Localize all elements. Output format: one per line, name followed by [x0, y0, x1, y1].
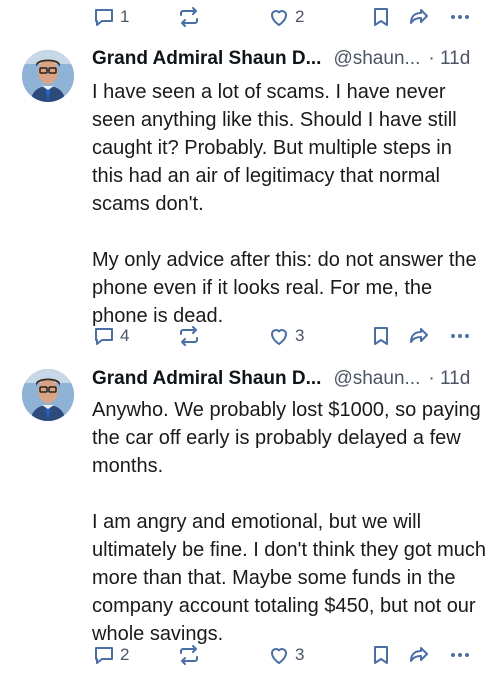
boost-button[interactable]	[177, 324, 201, 348]
favourite-count: 3	[295, 326, 305, 345]
reply-icon	[95, 328, 113, 345]
boost-icon	[180, 7, 198, 27]
favourite-count: 2	[295, 7, 305, 26]
share-icon	[410, 647, 428, 662]
more-icon	[451, 653, 469, 657]
display-name[interactable]: Grand Admiral Shaun D...	[92, 48, 321, 70]
reply-count: 4	[120, 326, 130, 345]
bookmark-icon	[374, 8, 388, 26]
avatar-image	[22, 369, 74, 421]
timestamp[interactable]: · 11d	[428, 48, 470, 70]
action-bar: 2 3	[92, 640, 482, 670]
display-name[interactable]: Grand Admiral Shaun D...	[92, 368, 321, 390]
boost-icon	[180, 326, 198, 346]
reply-button[interactable]: 4	[92, 324, 129, 348]
bookmark-icon	[374, 327, 388, 345]
action-bar: 4 3	[92, 321, 482, 351]
reply-icon	[95, 647, 113, 664]
boost-button[interactable]	[177, 5, 201, 29]
avatar[interactable]	[22, 50, 74, 102]
post-header: Grand Admiral Shaun D... @shaun... · 11d	[92, 48, 482, 74]
favourite-button[interactable]: 3	[267, 643, 304, 667]
action-bar-top: 1 2	[92, 2, 482, 32]
post-paragraph: My only advice after this: do not answer…	[92, 249, 477, 327]
reply-icon	[95, 9, 113, 26]
bookmark-icon	[374, 646, 388, 664]
boost-icon	[180, 645, 198, 665]
more-icon	[451, 334, 469, 338]
reply-count: 1	[120, 7, 130, 26]
more-button[interactable]	[448, 643, 472, 667]
share-button[interactable]	[407, 324, 431, 348]
heart-icon	[271, 10, 287, 26]
post-paragraph: I have seen a lot of scams. I have never…	[92, 81, 457, 215]
bookmark-button[interactable]	[369, 324, 393, 348]
share-button[interactable]	[407, 643, 431, 667]
share-icon	[410, 328, 428, 343]
more-icon	[451, 15, 469, 19]
post-header: Grand Admiral Shaun D... @shaun... · 11d	[92, 368, 482, 394]
avatar-image	[22, 50, 74, 102]
post-paragraph: Anywho. We probably lost $1000, so payin…	[92, 399, 481, 477]
share-button[interactable]	[407, 5, 431, 29]
handle[interactable]: @shaun...	[333, 48, 420, 70]
bookmark-button[interactable]	[369, 5, 393, 29]
share-icon	[410, 9, 428, 24]
boost-button[interactable]	[177, 643, 201, 667]
reply-count: 2	[120, 645, 130, 664]
favourite-button[interactable]: 2	[267, 5, 304, 29]
timestamp[interactable]: · 11d	[428, 368, 470, 390]
heart-icon	[271, 648, 287, 664]
avatar[interactable]	[22, 369, 74, 421]
more-button[interactable]	[448, 324, 472, 348]
more-button[interactable]	[448, 5, 472, 29]
bookmark-button[interactable]	[369, 643, 393, 667]
post-body: I have seen a lot of scams. I have never…	[92, 78, 488, 330]
heart-icon	[271, 329, 287, 345]
handle[interactable]: @shaun...	[333, 368, 420, 390]
reply-button[interactable]: 1	[92, 5, 129, 29]
favourite-button[interactable]: 3	[267, 324, 304, 348]
reply-button[interactable]: 2	[92, 643, 129, 667]
post-body: Anywho. We probably lost $1000, so payin…	[92, 396, 488, 648]
post-paragraph: I am angry and emotional, but we will ul…	[92, 511, 487, 645]
favourite-count: 3	[295, 645, 305, 664]
